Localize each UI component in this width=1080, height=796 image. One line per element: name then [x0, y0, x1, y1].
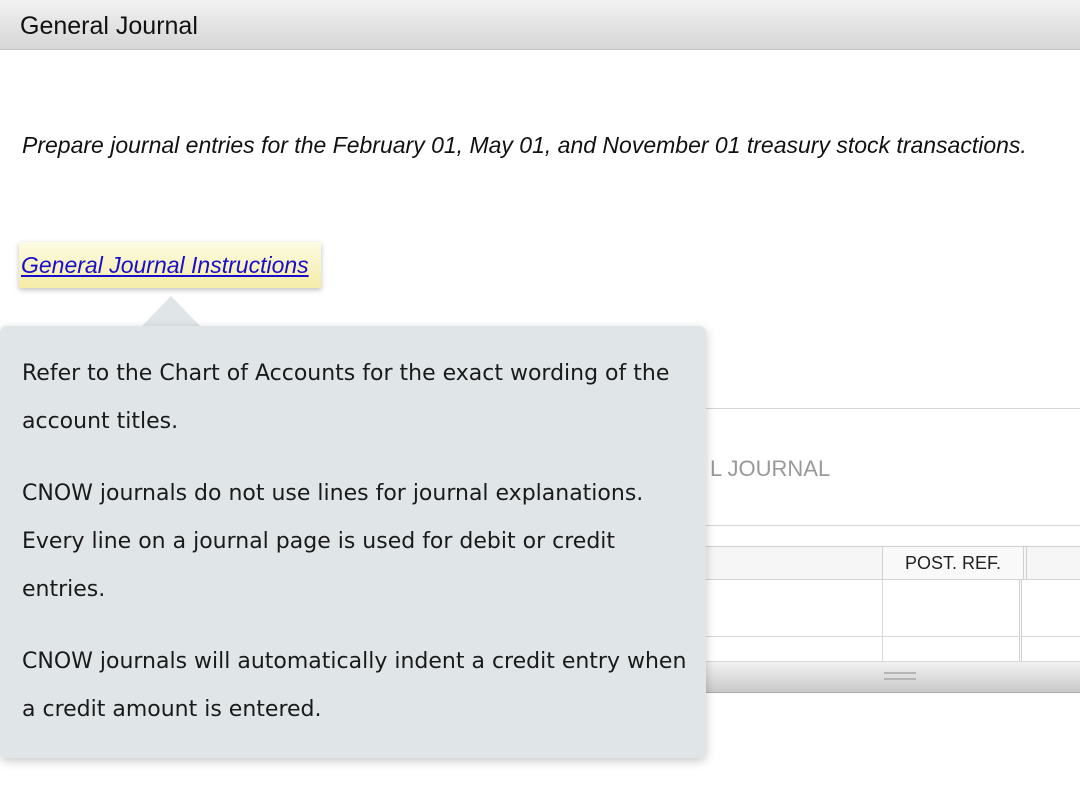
post-ref-cell[interactable] [882, 580, 1022, 636]
title-bar: General Journal [0, 0, 1080, 50]
resize-grip-icon[interactable] [884, 672, 916, 680]
popover-arrow [142, 296, 200, 326]
popover-paragraph: Refer to the Chart of Accounts for the e… [22, 361, 670, 434]
column-header-post-ref: POST. REF. [882, 547, 1024, 579]
column-header-row: POST. REF. [690, 547, 1080, 580]
popover-paragraph: CNOW journals will automatically indent … [22, 649, 687, 722]
post-ref-cell[interactable] [882, 637, 1022, 661]
journal-title: L JOURNAL [710, 456, 830, 482]
column-header-next [1026, 547, 1080, 579]
journal-panel: L JOURNAL POST. REF. [690, 408, 1080, 693]
instructions-popover: Refer to the Chart of Accounts for the e… [0, 326, 706, 758]
help-link-highlight[interactable]: General Journal Instructions [19, 242, 321, 288]
page-title: General Journal [20, 12, 198, 40]
journal-row [690, 637, 1080, 662]
journal-table: POST. REF. [690, 546, 1080, 663]
journal-title-clipped-letter: L JOURNAL [710, 456, 831, 481]
instruction-text: Prepare journal entries for the February… [22, 132, 1027, 158]
popover-paragraph: CNOW journals do not use lines for journ… [22, 481, 644, 602]
journal-row [690, 580, 1080, 637]
journal-footer [690, 662, 1080, 693]
journal-header: L JOURNAL [690, 408, 1080, 526]
general-journal-instructions-link[interactable]: General Journal Instructions [21, 252, 309, 279]
